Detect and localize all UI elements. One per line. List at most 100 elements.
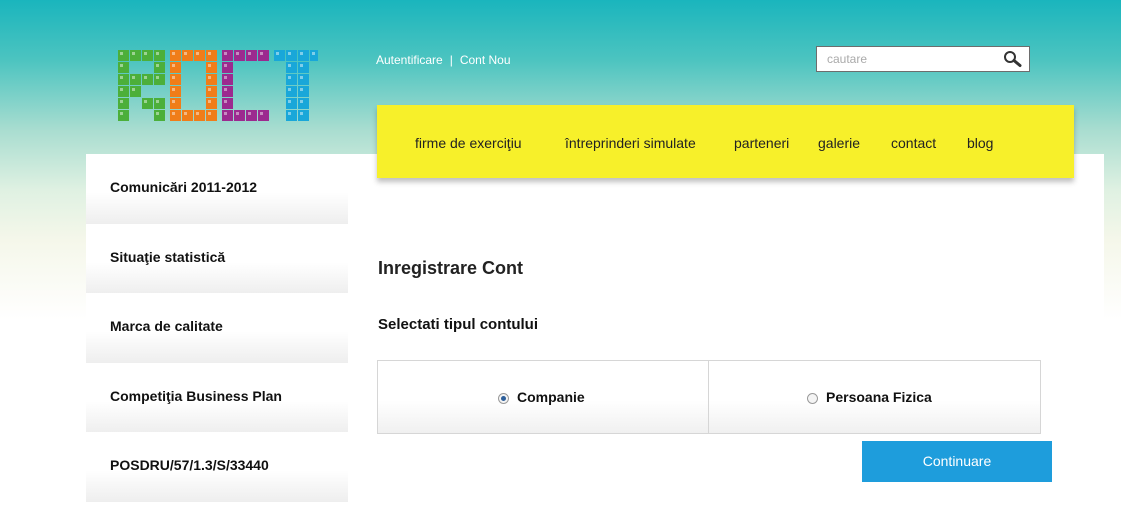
logo-pixel (206, 50, 217, 61)
logo-pixel (298, 62, 309, 73)
logo-pixel (222, 62, 233, 73)
logo-pixel (182, 110, 193, 121)
logo-pixel (222, 50, 233, 61)
logo-pixel-highlight (172, 76, 175, 79)
logo-pixel (298, 50, 309, 61)
sidebar-item-posdru[interactable]: POSDRU/57/1.3/S/33440 (86, 432, 348, 502)
logo-pixel (142, 50, 153, 61)
nav-item-blog[interactable]: blog (967, 135, 993, 151)
logo-pixel (206, 86, 217, 97)
sidebar-item-competitia-business-plan[interactable]: Competiţia Business Plan (86, 363, 348, 433)
roct-logo[interactable] (118, 50, 321, 122)
logo-pixel (170, 110, 181, 121)
logo-pixel (194, 110, 205, 121)
search-box (816, 46, 1030, 72)
page-title: Inregistrare Cont (378, 258, 524, 278)
option-label: Companie (517, 389, 585, 405)
radio-companie[interactable] (498, 393, 509, 404)
logo-pixel (298, 110, 309, 121)
logo-pixel (170, 98, 181, 109)
logo-pixel-highlight (144, 76, 147, 79)
logo-pixel-highlight (120, 52, 123, 55)
account-links: Autentificare | Cont Nou (376, 53, 511, 67)
logo-pixel-highlight (248, 52, 251, 55)
nav-item-contact[interactable]: contact (891, 135, 936, 151)
sidebar-item-label: POSDRU/57/1.3/S/33440 (110, 457, 269, 473)
logo-pixel (234, 50, 245, 61)
nav-item-parteneri[interactable]: parteneri (734, 135, 789, 151)
logo-pixel-highlight (184, 112, 187, 115)
logo-pixel-highlight (236, 52, 239, 55)
search-input[interactable] (827, 52, 987, 66)
logo-pixel-highlight (276, 52, 279, 55)
logo-pixel (118, 50, 129, 61)
logo-pixel-highlight (300, 100, 303, 103)
logo-pixel (170, 86, 181, 97)
logo-pixel (154, 110, 165, 121)
sidebar-item-label: Marca de calitate (110, 318, 223, 334)
option-companie[interactable]: Companie (377, 360, 709, 434)
logo-pixel (298, 86, 309, 97)
logo-pixel (170, 62, 181, 73)
logo-pixel-highlight (156, 112, 159, 115)
nav-item-galerie[interactable]: galerie (818, 135, 860, 151)
logo-pixel-highlight (172, 100, 175, 103)
logo-pixel-highlight (288, 64, 291, 67)
sidebar-item-comunicari[interactable]: Comunicări 2011-2012 (86, 154, 348, 224)
logo-pixel (286, 110, 297, 121)
logo-pixel (258, 50, 269, 61)
logo-pixel (118, 98, 129, 109)
logo-pixel-highlight (196, 52, 199, 55)
logo-pixel (286, 98, 297, 109)
logo-pixel (118, 110, 129, 121)
logo-pixel-highlight (236, 112, 239, 115)
sidebar-item-label: Situaţie statistică (110, 249, 226, 265)
logo-pixel (298, 98, 309, 109)
logo-pixel (154, 62, 165, 73)
logo-pixel-highlight (132, 76, 135, 79)
sidebar-item-marca-de-calitate[interactable]: Marca de calitate (86, 293, 348, 363)
logo-pixel-highlight (224, 76, 227, 79)
logo-pixel-highlight (172, 88, 175, 91)
logo-pixel-highlight (132, 88, 135, 91)
logo-pixel-highlight (288, 88, 291, 91)
logo-pixel-highlight (208, 76, 211, 79)
search-icon[interactable] (1003, 50, 1023, 68)
logo-pixel-highlight (224, 100, 227, 103)
logo-pixel-highlight (288, 76, 291, 79)
nav-item-firme-de-exercitiu[interactable]: firme de exerciţiu (415, 135, 522, 151)
roct-logo-graphic (118, 50, 321, 121)
logo-pixel (118, 74, 129, 85)
register-link[interactable]: Cont Nou (460, 53, 511, 67)
logo-pixel-highlight (224, 88, 227, 91)
sidebar-item-situatie-statistica[interactable]: Situaţie statistică (86, 224, 348, 294)
logo-pixel-highlight (300, 88, 303, 91)
logo-pixel (286, 74, 297, 85)
logo-pixel-highlight (300, 76, 303, 79)
logo-pixel-highlight (144, 100, 147, 103)
logo-pixel-highlight (288, 112, 291, 115)
logo-pixel-highlight (224, 64, 227, 67)
logo-pixel-highlight (120, 76, 123, 79)
logo-pixel-highlight (156, 76, 159, 79)
logo-pixel-highlight (120, 64, 123, 67)
logo-pixel-highlight (300, 112, 303, 115)
main-nav: firme de exerciţiu întreprinderi simulat… (377, 105, 1074, 178)
option-persoana-fizica[interactable]: Persoana Fizica (708, 360, 1041, 434)
radio-persoana-fizica[interactable] (807, 393, 818, 404)
logo-pixel (298, 74, 309, 85)
nav-item-intreprinderi-simulate[interactable]: întreprinderi simulate (565, 135, 696, 151)
logo-pixel-highlight (132, 52, 135, 55)
logo-pixel-highlight (208, 52, 211, 55)
logo-pixel-highlight (120, 100, 123, 103)
account-type-heading: Selectati tipul contului (378, 316, 539, 333)
logo-pixel-highlight (224, 52, 227, 55)
logo-pixel (206, 98, 217, 109)
continue-button[interactable]: Continuare (862, 441, 1052, 482)
logo-pixel (170, 74, 181, 85)
logo-pixel (286, 50, 297, 61)
login-link[interactable]: Autentificare (376, 53, 443, 67)
logo-pixel (286, 62, 297, 73)
logo-pixel (246, 110, 257, 121)
link-separator: | (449, 53, 453, 67)
